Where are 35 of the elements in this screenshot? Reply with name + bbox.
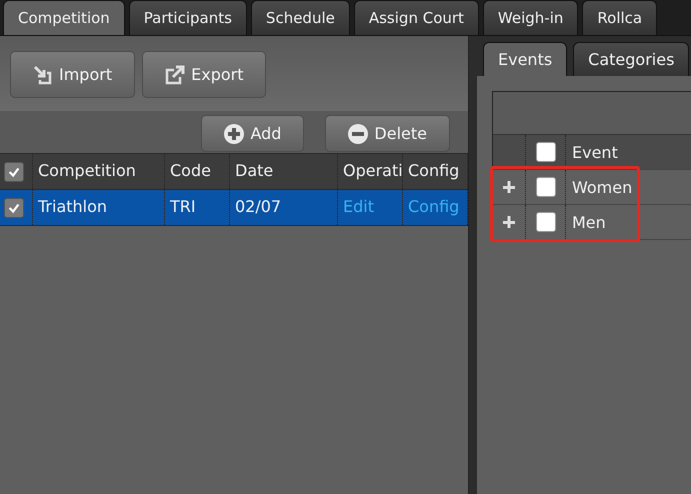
table-cell: 02/07 (230, 190, 338, 225)
export-button[interactable]: Export (142, 51, 266, 98)
checkbox[interactable] (4, 198, 24, 218)
export-icon (165, 64, 186, 84)
tab[interactable]: Events (483, 42, 568, 77)
table-cell: Triathlon (33, 190, 165, 225)
expand-icon[interactable] (503, 216, 515, 228)
table-cell-text: Women (571, 176, 632, 198)
column-header: Event (571, 142, 618, 164)
tab[interactable]: Weigh-in (482, 0, 578, 35)
link[interactable]: Edit (338, 190, 403, 225)
delete-button[interactable]: Delete (325, 115, 450, 152)
checkbox[interactable] (536, 177, 556, 197)
column-header: Operati (338, 154, 403, 189)
table-row[interactable]: Triathlon TRI 02/07 Edit Config (0, 190, 468, 226)
tab[interactable]: Categories (573, 42, 690, 77)
column-header: Code (165, 154, 230, 189)
checkbox[interactable] (536, 212, 556, 232)
tab[interactable]: Assign Court (354, 0, 479, 35)
column-header: Date (230, 154, 338, 189)
tab[interactable]: Schedule (250, 0, 350, 35)
checkbox[interactable] (536, 142, 556, 162)
import-icon (33, 64, 53, 84)
column-header: Competition (33, 154, 165, 189)
table-cell: TRI (165, 190, 230, 225)
tab[interactable]: Rollca (582, 0, 658, 35)
minus-circle-icon (348, 124, 368, 144)
tab[interactable]: Participants (128, 0, 247, 35)
import-button[interactable]: Import (10, 51, 136, 98)
plus-circle-icon (224, 124, 244, 144)
add-button[interactable]: Add (201, 115, 304, 152)
expand-icon[interactable] (503, 181, 515, 193)
table-cell-text: Men (571, 212, 606, 234)
tab[interactable]: Competition (3, 0, 125, 35)
checkbox[interactable] (4, 162, 24, 182)
